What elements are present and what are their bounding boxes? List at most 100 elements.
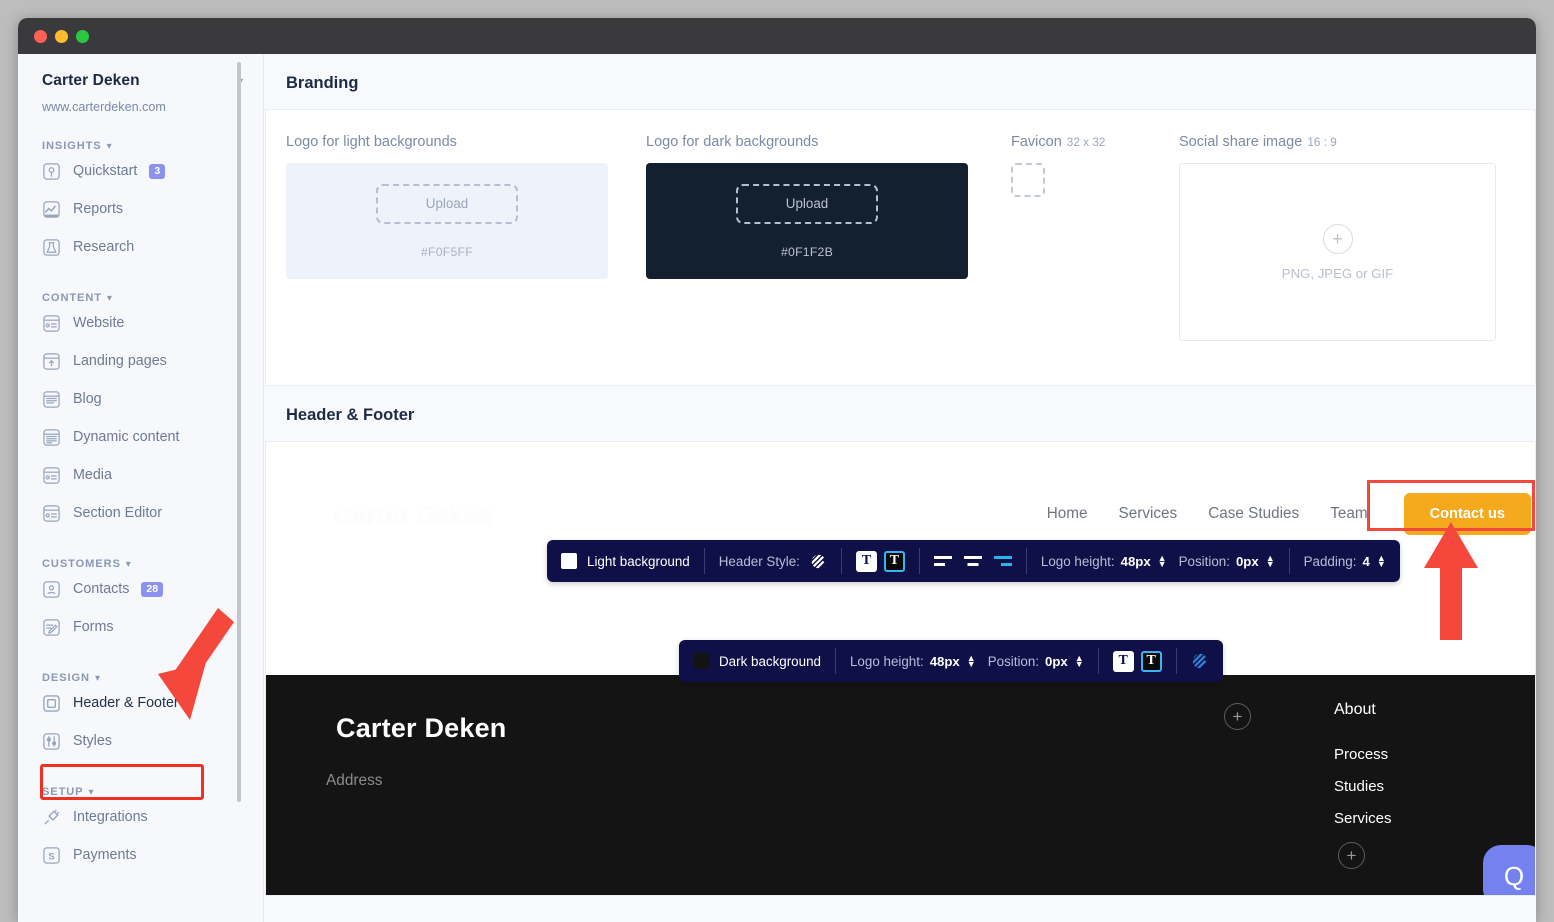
nav-group-design-label[interactable]: DESIGN ▾: [18, 672, 263, 684]
favicon-dims: 32 x 32: [1067, 135, 1106, 149]
sidebar-item-payments[interactable]: S Payments: [18, 836, 263, 874]
window-titlebar: [18, 18, 1536, 54]
sidebar-item-section-editor[interactable]: Section Editor: [18, 494, 263, 532]
light-logo-dropzone[interactable]: Upload #F0F5FF: [286, 163, 608, 279]
footer-link-process[interactable]: Process: [1334, 746, 1392, 763]
sidebar-item-landing-pages[interactable]: Landing pages: [18, 342, 263, 380]
align-center-icon[interactable]: [964, 555, 982, 568]
align-left-icon[interactable]: [934, 555, 952, 568]
sidebar-item-research[interactable]: Research: [18, 228, 263, 266]
header-nav-team[interactable]: Team: [1330, 505, 1367, 523]
footer-column-title[interactable]: About: [1334, 701, 1392, 719]
nav-group-customers-label[interactable]: CUSTOMERS ▾: [18, 558, 263, 570]
chevron-down-icon: ▾: [126, 559, 132, 570]
sidebar-item-styles[interactable]: Styles: [18, 722, 263, 760]
media-icon: [42, 466, 61, 485]
padding-value[interactable]: 4: [1362, 554, 1369, 569]
footer-add-column-button[interactable]: +: [1224, 703, 1251, 730]
sidebar-item-quickstart[interactable]: Quickstart 3: [18, 152, 263, 190]
stripes-icon[interactable]: [810, 553, 827, 570]
browser-icon: [42, 314, 61, 333]
dark-logo-dropzone[interactable]: Upload #0F1F2B: [646, 163, 968, 279]
chevron-down-icon: ▾: [89, 787, 95, 798]
position-label: Position:: [1179, 554, 1230, 569]
light-logo-upload-button[interactable]: Upload: [376, 184, 518, 224]
dark-logo-upload-button[interactable]: Upload: [736, 184, 878, 224]
close-window-button[interactable]: [34, 30, 47, 43]
logo-height-value[interactable]: 48px: [1121, 554, 1151, 569]
header-nav-case-studies[interactable]: Case Studies: [1208, 505, 1299, 523]
site-url[interactable]: www.carterdeken.com: [18, 94, 263, 114]
header-nav-services[interactable]: Services: [1119, 505, 1178, 523]
social-share-dropzone[interactable]: + PNG, JPEG or GIF: [1179, 163, 1496, 341]
sidebar-item-label: Contacts: [73, 581, 129, 597]
text-color-light-button[interactable]: T: [856, 551, 877, 572]
logo-height-stepper[interactable]: ▲▼: [1158, 555, 1167, 567]
dark-color-swatch[interactable]: [693, 653, 709, 669]
text-color-group: T T: [842, 548, 919, 574]
position-stepper[interactable]: ▲▼: [1266, 555, 1275, 567]
dark-swatch-group[interactable]: Dark background: [679, 648, 835, 674]
align-right-icon[interactable]: [994, 555, 1012, 568]
chevron-down-icon: ▾: [95, 673, 101, 684]
sidebar-item-integrations[interactable]: Integrations: [18, 798, 263, 836]
header-style-group[interactable]: Header Style:: [705, 548, 841, 574]
sidebar-item-dynamic-content[interactable]: Dynamic content: [18, 418, 263, 456]
minimize-window-button[interactable]: [55, 30, 68, 43]
padding-stepper[interactable]: ▲▼: [1377, 555, 1386, 567]
header-logo-placeholder[interactable]: Carter Deken: [334, 502, 493, 531]
sidebar-item-contacts[interactable]: Contacts 28: [18, 570, 263, 608]
nav-group-insights-label[interactable]: INSIGHTS ▾: [18, 140, 263, 152]
sidebar-item-media[interactable]: Media: [18, 456, 263, 494]
light-color-swatch[interactable]: [561, 553, 577, 569]
chevron-down-icon: ▾: [107, 293, 113, 304]
sidebar-item-blog[interactable]: Blog: [18, 380, 263, 418]
dark-logo-height-value[interactable]: 48px: [930, 654, 960, 669]
text-color-dark-button[interactable]: T: [884, 551, 905, 572]
footer-add-link-button[interactable]: +: [1338, 842, 1365, 869]
dark-text-color-light-button[interactable]: T: [1113, 651, 1134, 672]
chat-widget-button[interactable]: Q: [1483, 845, 1535, 895]
footer-brand[interactable]: Carter Deken: [336, 713, 506, 744]
sidebar-item-label: Section Editor: [73, 505, 162, 521]
sidebar-item-website[interactable]: Website: [18, 304, 263, 342]
app-body: Carter Deken ▾ www.carterdeken.com INSIG…: [18, 54, 1536, 922]
favicon-dropzone[interactable]: [1011, 163, 1045, 197]
stripes-icon[interactable]: [1191, 652, 1209, 670]
light-logo-label: Logo for light backgrounds: [286, 134, 646, 150]
footer-link-services[interactable]: Services: [1334, 810, 1392, 827]
sidebar-item-label: Blog: [73, 391, 102, 407]
footer-address-placeholder[interactable]: Address: [326, 772, 382, 790]
header-style-label: Header Style:: [719, 554, 800, 569]
plus-icon[interactable]: +: [1323, 224, 1353, 254]
nav-group-setup-label[interactable]: SETUP ▾: [18, 786, 263, 798]
site-switcher[interactable]: Carter Deken ▾: [18, 68, 263, 94]
position-value[interactable]: 0px: [1236, 554, 1259, 569]
sidebar-item-label: Website: [73, 315, 124, 331]
dark-logo-height-stepper[interactable]: ▲▼: [967, 655, 976, 667]
nav-group-content-label[interactable]: CONTENT ▾: [18, 292, 263, 304]
dark-position-stepper[interactable]: ▲▼: [1075, 655, 1084, 667]
header-nav-home[interactable]: Home: [1047, 505, 1088, 523]
sidebar-item-header-footer[interactable]: Header & Footer: [18, 684, 263, 722]
footer-preview: Carter Deken Address + About Process Stu…: [266, 675, 1535, 895]
branding-card: Logo for light backgrounds Upload #F0F5F…: [265, 109, 1536, 386]
sidebar-item-reports[interactable]: Reports: [18, 190, 263, 228]
nav-group-label-text: SETUP: [42, 786, 84, 798]
dark-text-color-dark-button[interactable]: T: [1141, 651, 1162, 672]
social-share-ratio: 16 : 9: [1307, 135, 1337, 149]
blog-icon: [42, 390, 61, 409]
app-window: Carter Deken ▾ www.carterdeken.com INSIG…: [18, 18, 1536, 922]
light-swatch-group[interactable]: Light background: [547, 548, 704, 574]
screen-root: Carter Deken ▾ www.carterdeken.com INSIG…: [0, 0, 1554, 922]
dark-position-value[interactable]: 0px: [1045, 654, 1068, 669]
sidebar-scrollbar[interactable]: [237, 62, 241, 802]
footer-link-studies[interactable]: Studies: [1334, 778, 1392, 795]
branding-section-title: Branding: [264, 54, 1536, 109]
section-editor-icon: [42, 504, 61, 523]
sidebar-item-label: Header & Footer: [73, 695, 179, 711]
dynamic-content-icon: [42, 428, 61, 447]
sidebar-item-forms[interactable]: Forms: [18, 608, 263, 646]
maximize-window-button[interactable]: [76, 30, 89, 43]
dark-stripes-group: [1177, 648, 1223, 674]
